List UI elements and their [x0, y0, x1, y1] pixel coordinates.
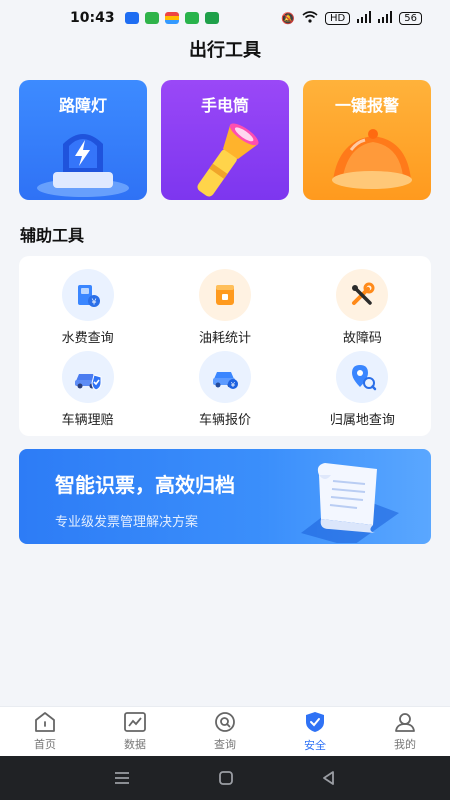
- message-notification-icon: [144, 12, 159, 24]
- page-title: 出行工具: [189, 40, 261, 61]
- back-icon[interactable]: [321, 770, 337, 786]
- status-time: 10:43: [70, 10, 115, 26]
- menu-icon[interactable]: [113, 771, 131, 785]
- banner-title: 智能识票，高效归档: [55, 473, 235, 497]
- roadblock-light-icon: [37, 134, 129, 197]
- fuel-stats-icon: [198, 268, 251, 321]
- section-title-auxiliary-tools: 辅助工具: [20, 226, 85, 245]
- news-notification-icon: [164, 12, 179, 24]
- status-indicators: 🔕 HD 56: [281, 10, 422, 26]
- mute-icon: 🔕: [281, 11, 296, 25]
- user-icon: [395, 713, 415, 732]
- nav-data[interactable]: 数据: [90, 707, 180, 756]
- svg-text:¥: ¥: [231, 381, 236, 389]
- nav-label: 数据: [124, 738, 146, 751]
- emergency-alarm-card[interactable]: 一键报警: [303, 80, 431, 200]
- invoice-banner[interactable]: 智能识票，高效归档 专业级发票管理解决方案: [19, 449, 431, 544]
- invoice-document-icon: [301, 463, 399, 543]
- nav-label: 首页: [34, 738, 56, 751]
- signal-icon: [357, 10, 372, 26]
- nav-safety[interactable]: 安全: [270, 707, 360, 756]
- flashlight-icon: [197, 123, 259, 197]
- tool-location-lookup[interactable]: 归属地查询: [294, 348, 431, 430]
- tool-label: 故障码: [342, 330, 382, 346]
- shield-notification-icon: [204, 12, 219, 24]
- signal-icon-2: [378, 10, 393, 26]
- nav-label: 我的: [394, 738, 416, 751]
- tool-fuel-stats[interactable]: 油耗统计: [156, 266, 293, 348]
- auxiliary-tools-grid: ¥ 水费查询 油耗统计 故障码 车辆理赔 ¥ 车辆报价 归属地查询: [19, 256, 431, 436]
- tool-water-fee[interactable]: ¥ 水费查询: [19, 266, 156, 348]
- alarm-bell-icon: [332, 129, 412, 189]
- nav-label: 安全: [304, 739, 326, 752]
- system-navigation-bar: [0, 756, 450, 800]
- tool-fault-code[interactable]: 故障码: [294, 266, 431, 348]
- tool-car-quote[interactable]: ¥ 车辆报价: [156, 348, 293, 430]
- car-claim-icon: [61, 350, 114, 403]
- nav-profile[interactable]: 我的: [360, 707, 450, 756]
- svg-text:¥: ¥: [91, 297, 96, 306]
- home-button-icon[interactable]: [218, 770, 234, 786]
- chart-icon: [124, 712, 146, 732]
- roadblock-light-card[interactable]: 路障灯: [19, 80, 147, 200]
- wifi-icon: [302, 10, 318, 26]
- tool-label: 归属地查询: [329, 412, 395, 428]
- tool-label: 水费查询: [61, 330, 114, 346]
- app-notification-icon: [124, 12, 139, 24]
- tool-label: 油耗统计: [198, 330, 251, 346]
- nav-home[interactable]: 首页: [0, 707, 90, 756]
- bottom-nav: 首页 数据 查询 安全 我的: [0, 706, 450, 756]
- top-tools: 路障灯 手电筒 一键报警: [19, 80, 431, 200]
- tool-label: 车辆报价: [198, 412, 251, 428]
- nav-label: 查询: [214, 738, 236, 751]
- banner-subtitle: 专业级发票管理解决方案: [55, 515, 199, 530]
- search-icon: [215, 712, 235, 732]
- fault-code-icon: [336, 268, 389, 321]
- tool-label: 车辆理赔: [61, 412, 114, 428]
- battery-indicator: 56: [399, 11, 422, 25]
- location-lookup-icon: [336, 350, 389, 403]
- car-quote-icon: ¥: [198, 350, 251, 403]
- wechat-notification-icon: [184, 12, 199, 24]
- notification-icons: [124, 12, 219, 24]
- shield-icon: [306, 712, 324, 732]
- tool-car-claim[interactable]: 车辆理赔: [19, 348, 156, 430]
- hd-badge: HD: [325, 11, 351, 25]
- water-fee-icon: ¥: [61, 268, 114, 321]
- nav-query[interactable]: 查询: [180, 707, 270, 756]
- status-bar: 10:43 🔕 HD 56: [0, 0, 450, 36]
- flashlight-card[interactable]: 手电筒: [161, 80, 289, 200]
- home-icon: [35, 712, 55, 732]
